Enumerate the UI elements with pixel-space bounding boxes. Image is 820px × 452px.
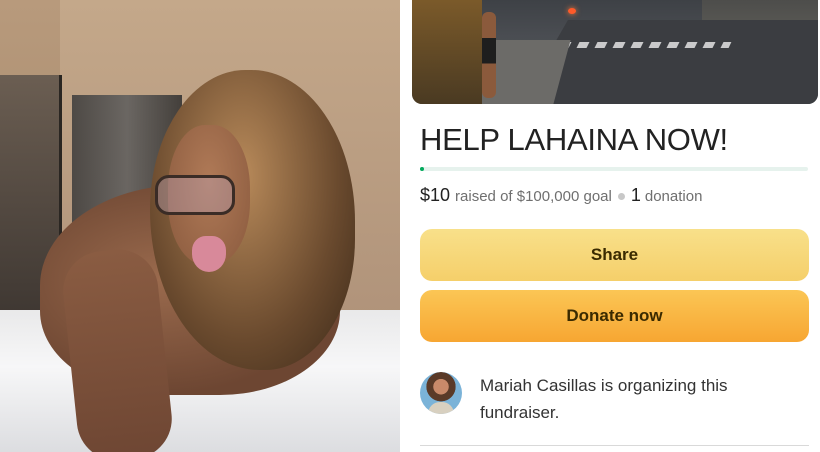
progress-bar — [420, 167, 808, 171]
campaign-cover-image[interactable] — [412, 0, 818, 104]
donate-now-button[interactable]: Donate now — [420, 290, 809, 342]
goal-text: raised of $100,000 goal — [455, 188, 612, 205]
campaign-title: HELP LAHAINA NOW! — [420, 122, 728, 157]
street-person — [482, 12, 496, 98]
organizer-avatar[interactable] — [420, 372, 462, 414]
fundraising-stats: $10 raised of $100,000 goal 1 donation — [420, 185, 702, 206]
fundraiser-panel: HELP LAHAINA NOW! $10 raised of $100,000… — [400, 0, 820, 452]
donation-count: 1 — [630, 185, 641, 205]
photo-person-tongue — [192, 236, 226, 272]
share-button[interactable]: Share — [420, 229, 809, 281]
left-photo — [0, 0, 400, 452]
organizer-info: Mariah Casillas is organizing this fundr… — [420, 372, 810, 426]
amount-raised: $10 — [420, 185, 451, 205]
share-button-label: Share — [590, 245, 639, 264]
street-crosswalk — [558, 42, 732, 48]
donate-button-label: Donate now — [566, 306, 663, 325]
donation-label: donation — [644, 188, 703, 205]
street-building-left — [412, 0, 482, 104]
separator-dot — [617, 193, 625, 200]
photo-person-glasses — [155, 175, 235, 215]
progress-bar-fill — [420, 167, 424, 171]
organizer-text: Mariah Casillas is organizing this fundr… — [480, 376, 728, 422]
section-divider — [420, 445, 809, 446]
street-fire-glow — [568, 8, 576, 14]
